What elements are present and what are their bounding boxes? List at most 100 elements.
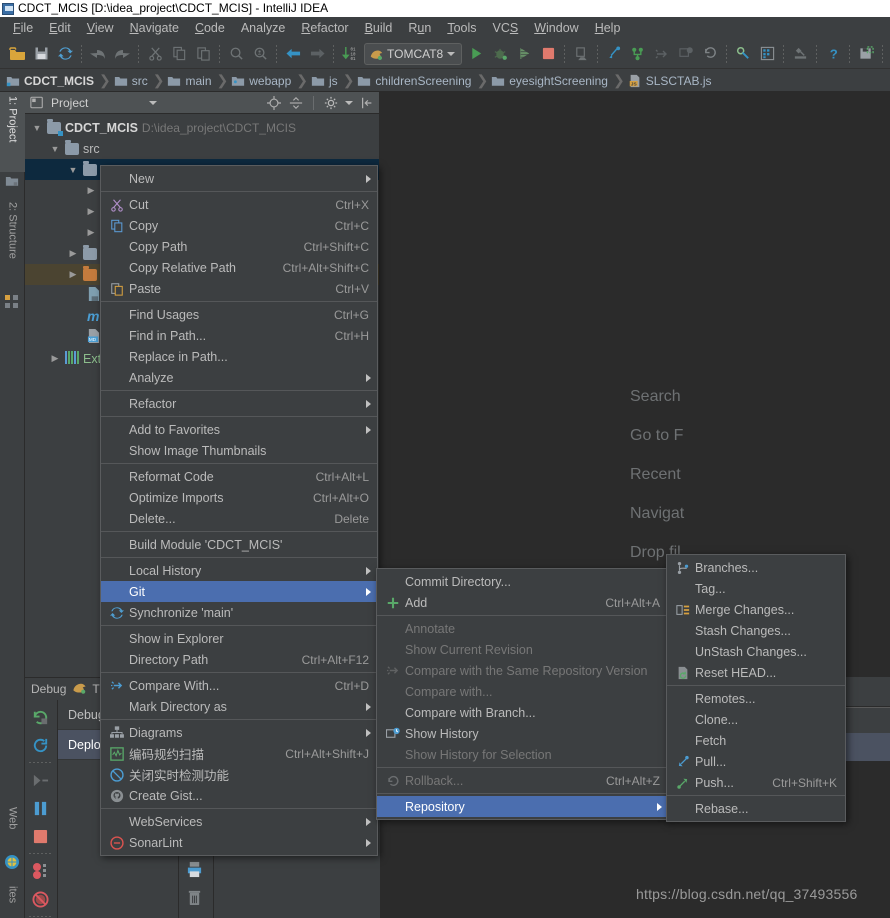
menu-item-webservices[interactable]: WebServices (101, 811, 377, 832)
breadcrumb-item-main[interactable]: main (167, 74, 213, 88)
menu-refactor[interactable]: Refactor (293, 19, 356, 37)
stop-icon[interactable] (536, 42, 560, 66)
chevron-right-icon[interactable]: ▶ (67, 248, 79, 259)
menu-item-merge-changes[interactable]: Merge Changes... (667, 599, 845, 620)
run-coverage-icon[interactable] (512, 42, 536, 66)
sync-refresh-icon[interactable] (53, 42, 77, 66)
menu-item-pull[interactable]: Pull... (667, 751, 845, 772)
menu-item-directory-path[interactable]: Directory Path Ctrl+Alt+F12 (101, 649, 377, 670)
sidebar-item-structure[interactable]: 2: Structure (0, 198, 25, 293)
menu-item-git[interactable]: Git (101, 581, 377, 602)
stop-icon[interactable] (25, 822, 55, 850)
menu-item-compare-with[interactable]: Compare With... Ctrl+D (101, 675, 377, 696)
menu-item-sonarlint[interactable]: SonarLint (101, 832, 377, 853)
menu-item-copy[interactable]: Copy Ctrl+C (101, 215, 377, 236)
find-usages-icon[interactable] (248, 42, 272, 66)
mute-breakpoints-icon[interactable] (25, 885, 55, 913)
menu-item-unstash-changes[interactable]: UnStash Changes... (667, 641, 845, 662)
hide-panel-icon[interactable] (359, 95, 375, 111)
menu-item-show-image-thumbnails[interactable]: Show Image Thumbnails (101, 440, 377, 461)
menu-item-create-gist[interactable]: Create Gist... (101, 785, 377, 806)
menu-item-reformat-code[interactable]: Reformat Code Ctrl+Alt+L (101, 466, 377, 487)
menu-item-clone[interactable]: Clone... (667, 709, 845, 730)
menu-item-show-history[interactable]: Show History (377, 723, 668, 744)
delete-icon[interactable] (179, 883, 209, 911)
help-icon[interactable]: ? (821, 42, 845, 66)
menu-item-optimize-imports[interactable]: Optimize Imports Ctrl+Alt+O (101, 487, 377, 508)
redo-icon[interactable] (110, 42, 134, 66)
sidebar-item-project[interactable]: 1: Project (0, 92, 25, 172)
rerun-icon[interactable] (25, 703, 55, 731)
menu-item-alibaba-code-scan[interactable]: 编码规约扫描 Ctrl+Alt+Shift+J (101, 743, 377, 764)
settings-wrench-icon[interactable] (731, 42, 755, 66)
breadcrumb-item-file[interactable]: JS SLSCTAB.js (628, 74, 714, 88)
resume-icon[interactable] (25, 766, 55, 794)
breadcrumb-item-module[interactable]: CDCT_MCIS (6, 74, 96, 88)
menu-item-commit-directory[interactable]: Commit Directory... (377, 571, 668, 592)
copy-icon[interactable] (167, 42, 191, 66)
sidebar-item-favorites[interactable]: ites (0, 882, 25, 918)
run-configuration-selector[interactable]: TOMCAT8 (364, 42, 463, 65)
menu-item-find-in-path[interactable]: Find in Path... Ctrl+H (101, 325, 377, 346)
menu-item-rebase[interactable]: Rebase... (667, 798, 845, 819)
pause-icon[interactable] (25, 794, 55, 822)
chevron-down-icon[interactable]: ▼ (31, 123, 43, 133)
menu-item-compare-with-branch[interactable]: Compare with Branch... (377, 702, 668, 723)
menu-item-copy-relative-path[interactable]: Copy Relative Path Ctrl+Alt+Shift+C (101, 257, 377, 278)
breadcrumb-item-src[interactable]: src (114, 74, 150, 88)
chevron-right-icon[interactable]: ▶ (67, 269, 79, 280)
menu-item-stash-changes[interactable]: Stash Changes... (667, 620, 845, 641)
expand-collapse-icon[interactable] (288, 95, 304, 111)
pull-icon[interactable] (602, 42, 626, 66)
chevron-down-icon[interactable] (149, 100, 158, 105)
push-icon[interactable] (626, 42, 650, 66)
update-project-icon[interactable] (569, 42, 593, 66)
breadcrumb-item-js[interactable]: js (311, 74, 340, 88)
cut-icon[interactable] (143, 42, 167, 66)
menu-item-show-in-explorer[interactable]: Show in Explorer (101, 628, 377, 649)
breadcrumb-item-childrenscreening[interactable]: childrenScreening (357, 74, 473, 88)
menu-item-add[interactable]: Add Ctrl+Alt+A (377, 592, 668, 613)
menu-item-copy-path[interactable]: Copy Path Ctrl+Shift+C (101, 236, 377, 257)
save-all-icon[interactable] (29, 42, 53, 66)
chevron-right-icon[interactable]: ▶ (85, 185, 97, 196)
view-breakpoints-icon[interactable] (25, 857, 55, 885)
breadcrumb-item-webapp[interactable]: webapp (231, 74, 293, 88)
menu-item-push[interactable]: Push... Ctrl+Shift+K (667, 772, 845, 793)
menu-file[interactable]: File (5, 19, 41, 37)
undo-icon[interactable] (86, 42, 110, 66)
forward-arrow-icon[interactable] (305, 42, 329, 66)
compare-icon[interactable] (650, 42, 674, 66)
restart-icon[interactable] (25, 731, 55, 759)
menu-item-mark-directory-as[interactable]: Mark Directory as (101, 696, 377, 717)
menu-view[interactable]: View (79, 19, 122, 37)
menu-item-analyze[interactable]: Analyze (101, 367, 377, 388)
save-db-icon[interactable] (854, 42, 878, 66)
menu-build[interactable]: Build (357, 19, 401, 37)
chevron-down-icon[interactable] (447, 51, 456, 56)
menu-item-build-module[interactable]: Build Module 'CDCT_MCIS' (101, 534, 377, 555)
sidebar-item-web[interactable]: Web (0, 803, 25, 853)
paste-icon[interactable] (191, 42, 215, 66)
back-arrow-icon[interactable] (281, 42, 305, 66)
menu-item-refactor[interactable]: Refactor (101, 393, 377, 414)
menu-item-repository[interactable]: Repository (377, 796, 668, 817)
show-history-icon[interactable] (674, 42, 698, 66)
menu-help[interactable]: Help (587, 19, 629, 37)
menu-item-replace-in-path[interactable]: Replace in Path... (101, 346, 377, 367)
menu-item-disable-realtime-detect[interactable]: 关闭实时检测功能 (101, 764, 377, 785)
menu-item-paste[interactable]: Paste Ctrl+V (101, 278, 377, 299)
chevron-down-icon[interactable] (345, 100, 353, 105)
menu-item-remotes[interactable]: Remotes... (667, 688, 845, 709)
chevron-right-icon[interactable]: ▶ (49, 353, 61, 364)
chevron-down-icon[interactable]: ▼ (49, 144, 61, 154)
menu-run[interactable]: Run (400, 19, 439, 37)
menu-item-cut[interactable]: Cut Ctrl+X (101, 194, 377, 215)
find-icon[interactable] (224, 42, 248, 66)
breadcrumb-item-eyesightscreening[interactable]: eyesightScreening (491, 74, 610, 88)
menu-window[interactable]: Window (526, 19, 586, 37)
menu-item-add-to-favorites[interactable]: Add to Favorites (101, 419, 377, 440)
locate-target-icon[interactable] (266, 95, 282, 111)
menu-analyze[interactable]: Analyze (233, 19, 293, 37)
menu-item-delete[interactable]: Delete... Delete (101, 508, 377, 529)
